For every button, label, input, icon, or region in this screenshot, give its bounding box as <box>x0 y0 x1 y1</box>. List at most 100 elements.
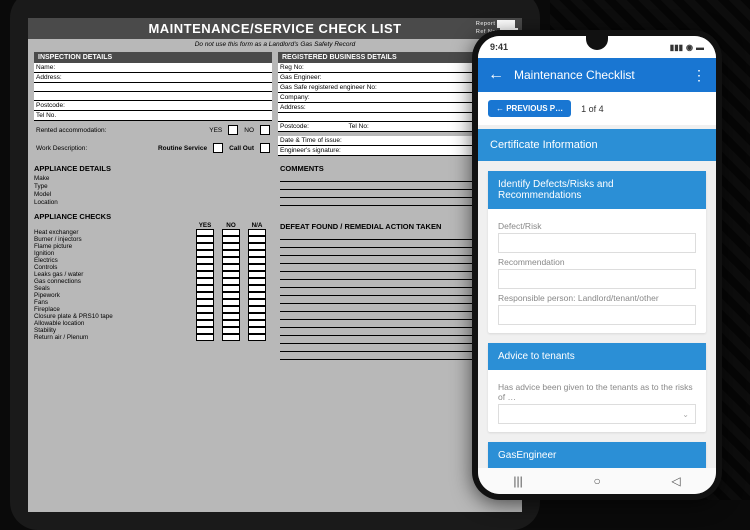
name-field[interactable]: Name: <box>34 63 272 73</box>
check-cell[interactable] <box>248 292 266 299</box>
check-cell[interactable] <box>222 306 240 313</box>
address-field-3[interactable] <box>34 92 272 101</box>
check-cell[interactable] <box>222 257 240 264</box>
previous-page-button[interactable]: ← PREVIOUS P… <box>488 100 571 117</box>
check-cell[interactable] <box>248 257 266 264</box>
check-row-label: Leaks gas / water <box>34 271 192 278</box>
check-cell[interactable] <box>196 320 214 327</box>
tablet-screen: MAINTENANCE/SERVICE CHECK LIST Report Re… <box>28 18 522 512</box>
check-cell[interactable] <box>196 327 214 334</box>
check-cell[interactable] <box>222 278 240 285</box>
check-cell[interactable] <box>222 250 240 257</box>
card-defects: Identify Defects/Risks and Recommendatio… <box>488 171 706 333</box>
check-cell[interactable] <box>196 236 214 243</box>
check-row-label: Flame picture <box>34 243 192 250</box>
check-cell[interactable] <box>196 334 214 341</box>
col-na: N/A <box>244 222 270 229</box>
check-row: Electrics <box>34 257 270 264</box>
check-cell[interactable] <box>248 285 266 292</box>
appliance-detail-row: Type <box>34 182 270 190</box>
check-row-label: Ignition <box>34 250 192 257</box>
check-cell[interactable] <box>196 271 214 278</box>
back-icon[interactable]: ← <box>488 66 504 84</box>
check-cell[interactable] <box>196 278 214 285</box>
check-cell[interactable] <box>222 320 240 327</box>
check-cell[interactable] <box>248 306 266 313</box>
responsible-label: Responsible person: Landlord/tenant/othe… <box>498 293 696 303</box>
rented-no-checkbox[interactable] <box>260 125 270 135</box>
check-row: Closure plate & PRS10 tape <box>34 313 270 320</box>
section-certificate-info: Certificate Information <box>478 129 716 161</box>
callout-checkbox[interactable] <box>260 143 270 153</box>
check-cell[interactable] <box>248 278 266 285</box>
check-cell[interactable] <box>222 327 240 334</box>
check-cell[interactable] <box>222 229 240 236</box>
postcode-field[interactable]: Postcode: <box>34 101 272 111</box>
check-cell[interactable] <box>196 313 214 320</box>
tel-field[interactable]: Tel No. <box>34 111 272 121</box>
check-row: Flame picture <box>34 243 270 250</box>
check-cell[interactable] <box>248 334 266 341</box>
nav-home-icon[interactable]: ○ <box>593 474 600 488</box>
callout-label: Call Out <box>229 145 254 152</box>
check-cell[interactable] <box>196 257 214 264</box>
advice-question: Has advice been given to the tenants as … <box>498 382 696 402</box>
check-cell[interactable] <box>222 285 240 292</box>
address-field-2[interactable] <box>34 83 272 92</box>
col-no: NO <box>218 222 244 229</box>
check-cell[interactable] <box>248 313 266 320</box>
check-cell[interactable] <box>248 236 266 243</box>
check-cell[interactable] <box>222 264 240 271</box>
check-cell[interactable] <box>248 320 266 327</box>
chevron-down-icon: ⌄ <box>682 410 689 419</box>
appbar-title: Maintenance Checklist <box>514 68 635 82</box>
advice-select[interactable]: ⌄ <box>498 404 696 424</box>
check-row-label: Stability <box>34 327 192 334</box>
check-cell[interactable] <box>222 243 240 250</box>
check-cell[interactable] <box>196 264 214 271</box>
check-cell[interactable] <box>196 243 214 250</box>
nav-recents-icon[interactable]: ||| <box>513 474 522 488</box>
address-field[interactable]: Address: <box>34 73 272 83</box>
check-cell[interactable] <box>196 292 214 299</box>
responsible-input[interactable] <box>498 305 696 325</box>
check-cell[interactable] <box>248 229 266 236</box>
check-cell[interactable] <box>222 236 240 243</box>
appliance-detail-row: Make <box>34 174 270 182</box>
check-cell[interactable] <box>248 243 266 250</box>
report-field[interactable] <box>497 20 515 28</box>
pagination-bar: ← PREVIOUS P… 1 of 4 <box>478 92 716 125</box>
check-cell[interactable] <box>248 327 266 334</box>
check-cell[interactable] <box>248 271 266 278</box>
check-cell[interactable] <box>222 271 240 278</box>
check-cell[interactable] <box>196 250 214 257</box>
check-row-label: Closure plate & PRS10 tape <box>34 313 192 320</box>
check-cell[interactable] <box>248 250 266 257</box>
recommendation-input[interactable] <box>498 269 696 289</box>
check-cell[interactable] <box>222 292 240 299</box>
check-cell[interactable] <box>222 313 240 320</box>
check-cell[interactable] <box>196 299 214 306</box>
appliance-details-header: APPLIANCE DETAILS <box>34 164 270 173</box>
check-cell[interactable] <box>222 299 240 306</box>
routine-checkbox[interactable] <box>213 143 223 153</box>
check-cell[interactable] <box>196 306 214 313</box>
appliance-detail-row: Model <box>34 190 270 198</box>
check-row-label: Burner / injectors <box>34 236 192 243</box>
appliance-checks-header: APPLIANCE CHECKS <box>34 212 270 221</box>
col-yes: YES <box>192 222 218 229</box>
check-cell[interactable] <box>222 334 240 341</box>
rented-yes-checkbox[interactable] <box>228 125 238 135</box>
form-title-bar: MAINTENANCE/SERVICE CHECK LIST Report Re… <box>28 18 522 39</box>
check-row: Gas connections <box>34 278 270 285</box>
appliance-detail-row: Location <box>34 198 270 206</box>
nav-back-icon[interactable]: ◁ <box>671 474 680 488</box>
check-cell[interactable] <box>196 229 214 236</box>
card-gas-engineer: GasEngineer <box>488 442 706 469</box>
check-cell[interactable] <box>248 299 266 306</box>
card-advice-header: Advice to tenants <box>488 343 706 370</box>
defect-input[interactable] <box>498 233 696 253</box>
kebab-menu-icon[interactable]: ⋮ <box>692 67 706 84</box>
check-cell[interactable] <box>196 285 214 292</box>
check-cell[interactable] <box>248 264 266 271</box>
